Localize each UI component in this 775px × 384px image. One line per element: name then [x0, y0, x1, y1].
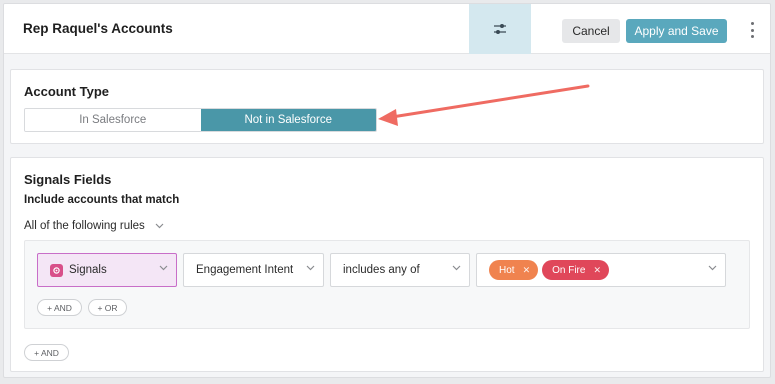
rule-group: Signals Engagement Intent includes any o…	[24, 240, 750, 329]
option-in-salesforce[interactable]: In Salesforce	[25, 109, 201, 131]
add-and-rule-button[interactable]: + AND	[37, 299, 82, 316]
field-select[interactable]: Engagement Intent	[183, 253, 324, 287]
match-mode-select[interactable]: All of the following rules	[24, 220, 164, 232]
operator-value: includes any of	[343, 264, 420, 276]
source-select[interactable]: Signals	[37, 253, 177, 287]
chevron-down-icon	[159, 265, 168, 271]
chevron-down-icon	[708, 265, 717, 271]
source-value: Signals	[69, 264, 107, 276]
signals-fields-panel: Signals Fields Include accounts that mat…	[10, 157, 764, 372]
account-type-toggle: In Salesforce Not in Salesforce	[24, 108, 377, 132]
more-options-icon[interactable]	[748, 22, 756, 38]
filter-toggle-button[interactable]	[469, 4, 531, 54]
values-multiselect[interactable]: Hot ✕ On Fire ✕	[476, 253, 726, 287]
match-mode-value: All of the following rules	[24, 220, 145, 232]
account-type-title: Account Type	[24, 84, 109, 99]
chip-label: Hot	[499, 264, 515, 276]
operator-select[interactable]: includes any of	[330, 253, 470, 287]
header-bar: Rep Raquel's Accounts Cancel Apply and S…	[4, 4, 770, 54]
editor-window: Rep Raquel's Accounts Cancel Apply and S…	[3, 3, 771, 378]
option-not-in-salesforce[interactable]: Not in Salesforce	[200, 109, 376, 131]
value-chip-on-fire: On Fire ✕	[542, 260, 609, 280]
chevron-down-icon	[452, 265, 461, 271]
apply-and-save-button[interactable]: Apply and Save	[626, 19, 727, 43]
chevron-down-icon	[155, 223, 164, 229]
signals-icon	[50, 263, 63, 277]
include-accounts-label: Include accounts that match	[24, 194, 180, 206]
value-chip-hot: Hot ✕	[489, 260, 539, 280]
cancel-button[interactable]: Cancel	[562, 19, 620, 43]
add-or-rule-button[interactable]: + OR	[88, 299, 127, 316]
annotation-arrow	[378, 84, 590, 126]
remove-chip-icon[interactable]: ✕	[593, 265, 601, 276]
signals-fields-title: Signals Fields	[24, 172, 112, 187]
sliders-icon	[494, 24, 506, 34]
chevron-down-icon	[306, 265, 315, 271]
chip-label: On Fire	[552, 264, 586, 276]
field-value: Engagement Intent	[196, 264, 294, 276]
remove-chip-icon[interactable]: ✕	[523, 265, 531, 276]
page-title: Rep Raquel's Accounts	[23, 21, 173, 36]
add-and-group-button[interactable]: + AND	[24, 344, 69, 361]
